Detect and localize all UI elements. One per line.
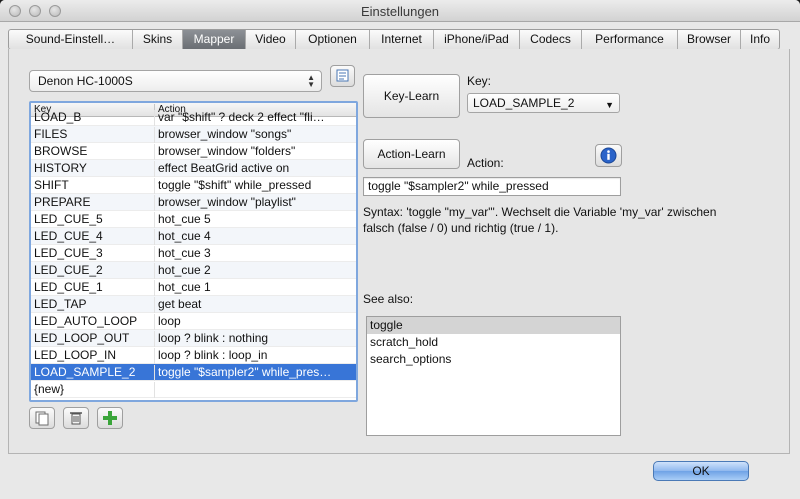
mapping-table[interactable]: Key Action LOAD_B var "$shift" ? deck 2 e…: [29, 101, 358, 402]
row-action-cell: loop ? blink : loop_in: [154, 348, 354, 364]
row-key-cell: FILES: [34, 127, 68, 141]
row-key-cell: LED_AUTO_LOOP: [34, 314, 138, 328]
table-body: LOAD_B var "$shift" ? deck 2 effect "fli……: [31, 110, 356, 398]
action-input[interactable]: toggle "$sampler2" while_pressed: [363, 177, 621, 196]
see-also-list[interactable]: toggle scratch_hold search_options: [366, 316, 621, 436]
add-mapping-button[interactable]: [97, 407, 123, 429]
device-select-value: Denon HC-1000S: [38, 74, 133, 88]
tab-skins[interactable]: Skins: [133, 30, 183, 49]
action-learn-button[interactable]: Action-Learn: [363, 139, 460, 169]
row-action-cell: get beat: [154, 297, 354, 313]
device-select[interactable]: Denon HC-1000S ▲ ▼: [29, 70, 322, 92]
row-key-cell: LED_LOOP_OUT: [34, 331, 130, 345]
key-select[interactable]: LOAD_SAMPLE_2 ▼: [467, 93, 620, 113]
dropdown-arrow-icon: ▼: [605, 100, 614, 110]
row-action-cell: hot_cue 4: [154, 229, 354, 245]
row-key-cell: LED_CUE_1: [34, 280, 103, 294]
table-row[interactable]: LED_CUE_3 hot_cue 3: [31, 245, 356, 262]
table-row[interactable]: LOAD_B var "$shift" ? deck 2 effect "fli…: [31, 110, 356, 126]
see-also-item[interactable]: scratch_hold: [367, 334, 620, 351]
row-key-cell: LED_CUE_5: [34, 212, 103, 226]
row-action-cell: effect BeatGrid active on: [154, 161, 354, 177]
row-key-cell: BROWSE: [34, 144, 88, 158]
row-action-cell: hot_cue 1: [154, 280, 354, 296]
row-key-cell: PREPARE: [34, 195, 91, 209]
table-row[interactable]: {new}: [31, 381, 356, 398]
row-key-cell: {new}: [34, 382, 65, 396]
action-label: Action:: [467, 156, 504, 170]
table-row[interactable]: LED_LOOP_IN loop ? blink : loop_in: [31, 347, 356, 364]
tab-sound-einstell[interactable]: Sound-Einstell…: [9, 30, 133, 49]
table-row[interactable]: BROWSE browser_window "folders": [31, 143, 356, 160]
syntax-help-line-1: Syntax: 'toggle "my_var"'. Wechselt die …: [363, 205, 717, 219]
row-action-cell: var "$shift" ? deck 2 effect "fli…: [154, 110, 354, 126]
tab-video[interactable]: Video: [246, 30, 296, 49]
row-key-cell: LOAD_SAMPLE_2: [34, 365, 136, 379]
table-row[interactable]: FILES browser_window "songs": [31, 126, 356, 143]
tab-browser[interactable]: Browser: [678, 30, 741, 49]
tab-internet[interactable]: Internet: [370, 30, 434, 49]
table-row[interactable]: LED_CUE_2 hot_cue 2: [31, 262, 356, 279]
row-action-cell: browser_window "folders": [154, 144, 354, 160]
tab-iphone-ipad[interactable]: iPhone/iPad: [434, 30, 520, 49]
row-key-cell: LED_CUE_4: [34, 229, 103, 243]
tab-info[interactable]: Info: [741, 30, 779, 49]
title-bar: Einstellungen: [0, 0, 800, 22]
table-row[interactable]: LED_AUTO_LOOP loop: [31, 313, 356, 330]
table-row[interactable]: LED_CUE_5 hot_cue 5: [31, 211, 356, 228]
key-learn-button[interactable]: Key-Learn: [363, 74, 460, 118]
table-row[interactable]: LOAD_SAMPLE_2 toggle "$sampler2" while_pr…: [31, 364, 356, 381]
tab-bar: Sound-Einstell… Skins Mapper Video Optionen I…: [8, 29, 780, 50]
device-settings-button[interactable]: [330, 65, 355, 87]
tab-optionen[interactable]: Optionen: [296, 30, 370, 49]
table-row[interactable]: LED_CUE_4 hot_cue 4: [31, 228, 356, 245]
row-key-cell: LED_CUE_2: [34, 263, 103, 277]
see-also-label: See also:: [363, 292, 414, 306]
table-row[interactable]: SHIFT toggle "$shift" while_pressed: [31, 177, 356, 194]
row-key-cell: LED_CUE_3: [34, 246, 103, 260]
tab-performance[interactable]: Performance: [582, 30, 678, 49]
row-key-cell: HISTORY: [34, 161, 87, 175]
syntax-help-line-2: falsch (false / 0) und richtig (true / 1…: [363, 221, 559, 235]
table-row[interactable]: PREPARE browser_window "playlist": [31, 194, 356, 211]
row-action-cell: loop: [154, 314, 354, 330]
row-action-cell: loop ? blink : nothing: [154, 331, 354, 347]
table-row[interactable]: LED_TAP get beat: [31, 296, 356, 313]
table-row[interactable]: LED_CUE_1 hot_cue 1: [31, 279, 356, 296]
info-button[interactable]: [595, 144, 622, 167]
row-action-cell: browser_window "playlist": [154, 195, 354, 211]
window-title: Einstellungen: [360, 4, 440, 19]
tab-codecs[interactable]: Codecs: [520, 30, 582, 49]
ok-button[interactable]: OK: [653, 461, 749, 481]
copy-icon: [35, 411, 49, 426]
row-action-cell: browser_window "songs": [154, 127, 354, 143]
row-key-cell: SHIFT: [34, 178, 69, 192]
see-also-item[interactable]: search_options: [367, 351, 620, 368]
info-icon: [600, 147, 617, 164]
row-key-cell: LED_TAP: [34, 297, 87, 311]
plus-icon: [103, 411, 117, 425]
table-row[interactable]: HISTORY effect BeatGrid active on: [31, 160, 356, 177]
row-key-cell: LED_LOOP_IN: [34, 348, 117, 362]
trash-icon: [70, 412, 82, 425]
duplicate-mapping-button[interactable]: [29, 407, 55, 429]
table-row[interactable]: LED_LOOP_OUT loop ? blink : nothing: [31, 330, 356, 347]
select-arrows-icon: ▲ ▼: [307, 73, 315, 89]
row-key-cell: LOAD_B: [34, 110, 82, 124]
delete-mapping-button[interactable]: [63, 407, 89, 429]
row-action-cell: [154, 382, 354, 398]
preferences-window: Einstellungen Sound-Einstell… Skins Mapper…: [0, 0, 800, 499]
tab-mapper[interactable]: Mapper: [183, 30, 246, 49]
row-action-cell: hot_cue 5: [154, 212, 354, 228]
key-label: Key:: [467, 74, 492, 88]
list-settings-icon: [336, 69, 349, 82]
row-action-cell: toggle "$shift" while_pressed: [154, 178, 354, 194]
row-action-cell: toggle "$sampler2" while_pres…: [154, 365, 354, 381]
row-action-cell: hot_cue 3: [154, 246, 354, 262]
key-select-value: LOAD_SAMPLE_2: [473, 96, 575, 110]
see-also-item[interactable]: toggle: [367, 317, 620, 334]
row-action-cell: hot_cue 2: [154, 263, 354, 279]
